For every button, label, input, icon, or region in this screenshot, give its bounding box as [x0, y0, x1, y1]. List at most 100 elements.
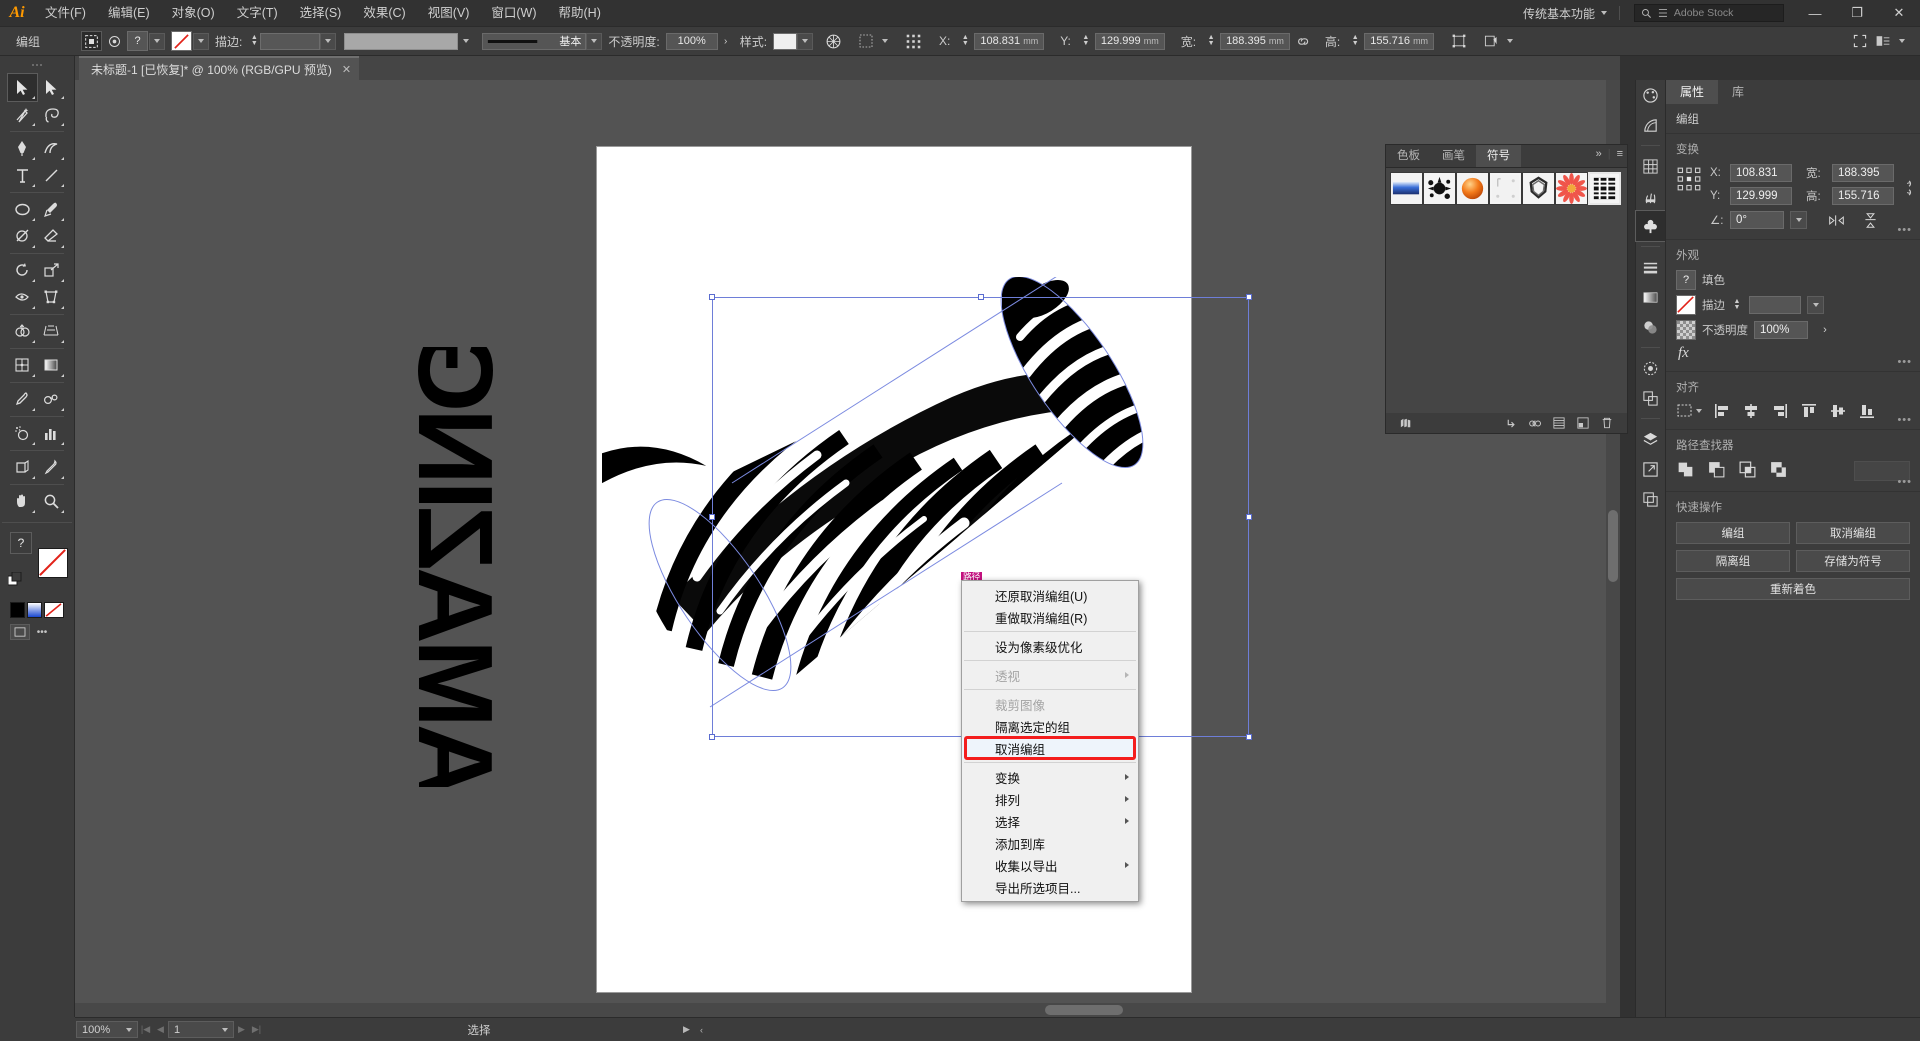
pathfinder-intersect-icon[interactable] — [1738, 460, 1757, 482]
symbol-light-corner[interactable] — [1489, 172, 1522, 205]
opacity-options-icon[interactable]: › — [718, 33, 734, 50]
ctx-transform[interactable]: 变换 — [962, 766, 1138, 788]
align-right-icon[interactable] — [1771, 402, 1789, 420]
align-horizontal-center-icon[interactable] — [1742, 402, 1760, 420]
ctx-make-pixel-perfect[interactable]: 设为像素级优化 — [962, 635, 1138, 657]
menu-select[interactable]: 选择(S) — [289, 0, 353, 26]
next-artboard-button[interactable]: ▶ — [234, 1024, 249, 1035]
fx-effects-button[interactable]: fx — [1676, 345, 1689, 362]
x-stepper[interactable]: ▲▼ — [959, 33, 971, 50]
align-bottom-icon[interactable] — [1858, 402, 1876, 420]
ctx-collect-for-export[interactable]: 收集以导出 — [962, 854, 1138, 876]
stroke-weight-dropdown[interactable] — [320, 33, 336, 50]
align-to-selection-icon[interactable] — [1676, 402, 1702, 420]
context-menu[interactable]: 还原取消编组(U)重做取消编组(R)设为像素级优化透视裁剪图像隔离选定的组取消编… — [961, 580, 1139, 902]
collapse-panel-icon[interactable]: » — [1596, 148, 1602, 160]
tab-swatches[interactable]: 色板 — [1386, 145, 1431, 167]
ctx-arrange[interactable]: 排列 — [962, 788, 1138, 810]
document-setup-icon[interactable] — [1480, 31, 1501, 51]
amazing-text-artwork[interactable]: AMAZING — [337, 347, 557, 787]
rotate-tool[interactable] — [8, 257, 37, 284]
none-swatch-button[interactable] — [44, 602, 64, 618]
isolate-group-icon[interactable] — [81, 31, 102, 51]
appearance-fill-swatch[interactable]: ? — [1676, 270, 1696, 290]
selection-handle[interactable] — [1246, 514, 1252, 520]
perspective-grid-tool[interactable] — [37, 318, 66, 345]
stroke-weight-stepper[interactable]: ▲▼ — [248, 33, 260, 50]
symbol-amazing-artwork[interactable] — [1588, 172, 1621, 205]
color-panel-icon[interactable] — [1636, 80, 1665, 110]
quick-ungroup-button[interactable]: 取消编组 — [1796, 522, 1910, 544]
stroke-dropdown[interactable] — [193, 33, 209, 50]
symbol-sprayer-tool[interactable] — [8, 420, 37, 447]
width-stepper[interactable]: ▲▼ — [1205, 33, 1217, 50]
brush-definition[interactable]: 基本 — [482, 33, 586, 50]
document-tab[interactable]: 未标题-1 [已恢复]* @ 100% (RGB/GPU 预览) ✕ — [79, 56, 359, 80]
fill-indicator-button[interactable]: ? — [10, 532, 32, 554]
workspace-switcher[interactable]: 传统基本功能 — [1515, 3, 1615, 24]
tab-libraries[interactable]: 库 — [1718, 80, 1758, 104]
symbol-libraries-icon[interactable] — [1394, 417, 1418, 429]
delete-symbol-icon[interactable] — [1595, 417, 1619, 429]
select-similar-icon[interactable] — [104, 31, 125, 51]
pathfinder-unite-icon[interactable] — [1676, 460, 1695, 482]
transform-angle-field[interactable]: 0° — [1730, 211, 1784, 229]
symbols-panel-icon[interactable] — [1636, 211, 1665, 241]
quick-isolate-group-button[interactable]: 隔离组 — [1676, 550, 1790, 572]
free-transform-tool[interactable] — [37, 284, 66, 311]
paintbrush-tool[interactable] — [37, 196, 66, 223]
gradient-tool[interactable] — [37, 352, 66, 379]
selection-handle[interactable] — [1246, 294, 1252, 300]
symbol-options-icon[interactable] — [1547, 417, 1571, 429]
screen-mode-icon[interactable] — [1872, 31, 1893, 51]
artboards-panel-icon[interactable] — [1636, 484, 1665, 514]
selection-handle[interactable] — [1246, 734, 1252, 740]
ctx-redo-ungroup[interactable]: 重做取消编组(R) — [962, 606, 1138, 628]
color-swatch-button[interactable] — [10, 602, 25, 618]
new-symbol-icon[interactable] — [1571, 417, 1595, 429]
menu-file[interactable]: 文件(F) — [34, 0, 97, 26]
tab-brushes[interactable]: 画笔 — [1431, 145, 1476, 167]
constrain-proportions-icon[interactable] — [1294, 31, 1315, 51]
symbols-panel[interactable]: 色板画笔符号 » | ≡ — [1385, 144, 1628, 434]
appearance-stroke-weight[interactable] — [1749, 296, 1801, 314]
default-fill-stroke-icon[interactable] — [8, 572, 22, 586]
ctx-ungroup[interactable]: 取消编组 — [962, 737, 1138, 759]
swatches-panel-icon[interactable] — [1636, 151, 1665, 181]
transform-reference-point-icon[interactable] — [903, 31, 924, 51]
selection-tool[interactable] — [8, 74, 37, 101]
magic-wand-tool[interactable] — [8, 101, 37, 128]
menu-window[interactable]: 窗口(W) — [480, 0, 547, 26]
minimize-button[interactable]: — — [1794, 0, 1836, 26]
appearance-more-options[interactable]: ••• — [1897, 356, 1912, 368]
close-icon[interactable]: ✕ — [342, 63, 351, 76]
opacity-value[interactable]: 100% — [666, 33, 718, 50]
stroke-weight-stepper-panel[interactable]: ▲▼ — [1731, 297, 1743, 314]
align-top-icon[interactable] — [1800, 402, 1818, 420]
status-menu-icon[interactable]: ‹ — [694, 1025, 709, 1035]
fill-color-swatch[interactable]: ? — [127, 31, 148, 51]
appearance-stroke-swatch[interactable] — [1676, 295, 1696, 315]
appearance-panel-icon[interactable] — [1636, 353, 1665, 383]
scale-tool[interactable] — [37, 257, 66, 284]
y-value-field[interactable]: 129.999 mm — [1095, 33, 1165, 50]
reference-point-selector[interactable] — [1676, 164, 1702, 195]
layers-panel-icon[interactable] — [1636, 424, 1665, 454]
transform-w-field[interactable]: 188.395 — [1832, 164, 1894, 182]
quick-group-button[interactable]: 编组 — [1676, 522, 1790, 544]
previous-artboard-button[interactable]: ◀ — [153, 1024, 168, 1035]
zoom-tool[interactable] — [37, 488, 66, 515]
y-stepper[interactable]: ▲▼ — [1080, 33, 1092, 50]
break-link-icon[interactable] — [1523, 418, 1547, 429]
height-value-field[interactable]: 155.716 mm — [1364, 33, 1434, 50]
recolor-artwork-icon[interactable] — [823, 31, 844, 51]
curvature-tool[interactable] — [37, 135, 66, 162]
stroke-weight-field[interactable] — [260, 33, 320, 50]
quick-recolor-button[interactable]: 重新着色 — [1676, 578, 1910, 600]
stroke-weight-dropdown-panel[interactable] — [1807, 296, 1824, 314]
adobe-stock-search[interactable]: ☰ Adobe Stock — [1634, 4, 1784, 22]
menu-type[interactable]: 文字(T) — [226, 0, 289, 26]
symbol-link-icon[interactable] — [1499, 417, 1523, 429]
stroke-color-swatch[interactable] — [171, 31, 192, 51]
edit-toolbar-icon[interactable]: ••• — [32, 624, 52, 640]
